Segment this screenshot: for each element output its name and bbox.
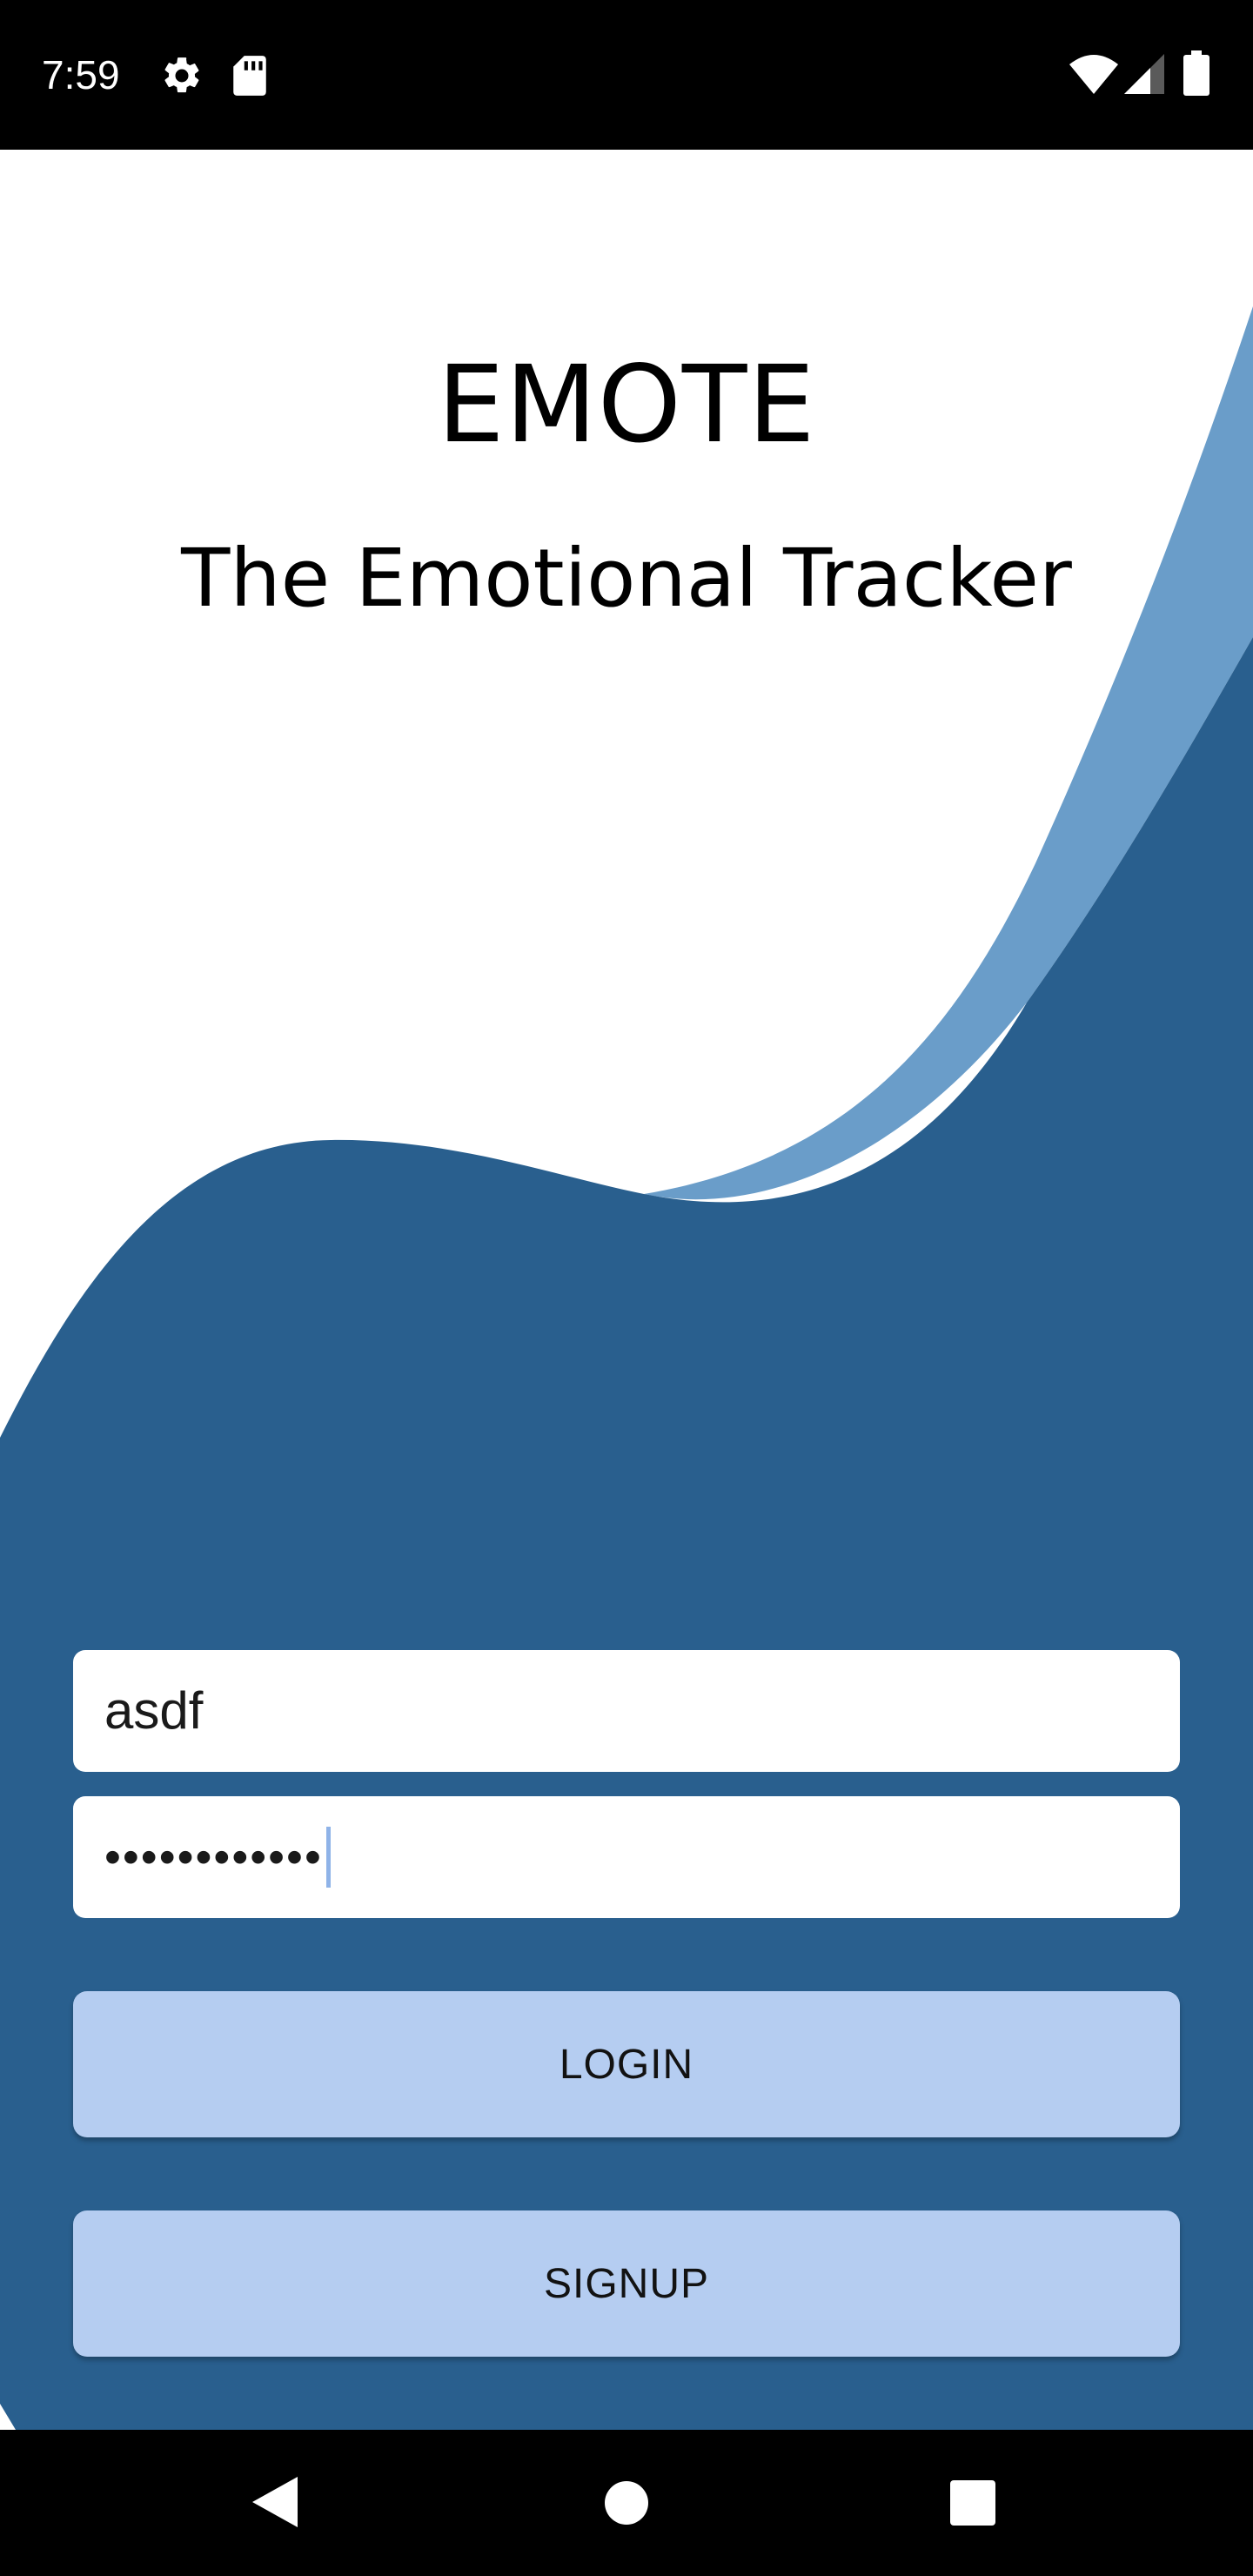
recents-icon[interactable] (950, 2480, 995, 2526)
battery-icon (1183, 50, 1209, 96)
status-bar: 7:59 (0, 0, 1253, 150)
status-time: 7:59 (42, 52, 120, 97)
login-screen: 7:59 EMOTE The Emotional Tracker asdf ••… (0, 0, 1253, 2576)
app-subtitle: The Emotional Tracker (181, 532, 1072, 625)
sd-card-icon (233, 56, 266, 96)
home-icon[interactable] (604, 2480, 649, 2526)
back-icon[interactable] (251, 2475, 299, 2529)
app-title: EMOTE (437, 343, 816, 466)
signup-button[interactable]: SIGNUP (73, 2210, 1180, 2357)
password-field[interactable]: •••••••••••• (73, 1796, 1180, 1918)
cellular-signal-icon (1124, 54, 1164, 94)
wifi-icon (1069, 55, 1118, 94)
settings-gear-icon (164, 57, 199, 93)
text-cursor (325, 1827, 331, 1888)
navigation-bar (0, 2430, 1253, 2576)
password-value: •••••••••••• (104, 1831, 323, 1883)
username-field[interactable]: asdf (73, 1650, 1180, 1772)
login-button[interactable]: LOGIN (73, 1991, 1180, 2137)
username-value: asdf (104, 1681, 204, 1740)
